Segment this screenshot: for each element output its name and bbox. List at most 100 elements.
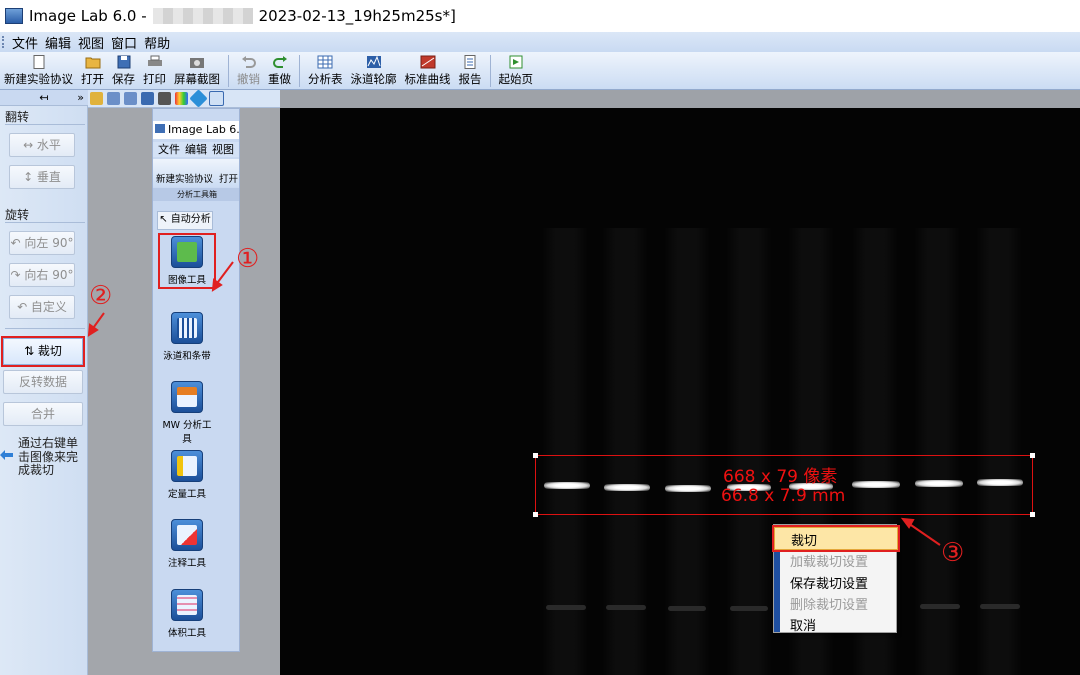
custom-rotate-button[interactable]: ↶ 自定义 [9, 295, 75, 319]
screenshot-label: 屏幕截图 [174, 71, 220, 86]
menu-file[interactable]: 文件 [12, 33, 38, 52]
app-title: Image Lab 6.0 - [29, 7, 147, 25]
color-map-icon[interactable] [175, 92, 188, 105]
open-button[interactable]: 打开 [81, 55, 104, 87]
menu-window[interactable]: 窗口 [111, 33, 137, 52]
invert-data-button[interactable]: 反转数据 [3, 370, 83, 394]
context-cancel[interactable]: 取消 [790, 615, 816, 634]
crop-button[interactable]: ⇅ 裁切 [1, 336, 85, 367]
inset-menu-edit[interactable]: 编辑 [185, 142, 207, 157]
start-page-icon [509, 55, 523, 68]
flip-section-title: 翻转 [5, 110, 30, 124]
main-toolbar: 新建实验协议 打开 保存 打印 屏幕截图 撤销 重做 分析表 泳道轮廓 标准曲线… [0, 52, 1080, 90]
analysis-table-button[interactable]: 分析表 [308, 55, 343, 87]
quantity-tools-label: 定量工具 [167, 489, 206, 500]
crop-handle[interactable] [533, 512, 538, 517]
new-protocol-label: 新建实验协议 [4, 71, 73, 86]
annotation-tools-button[interactable]: 注释工具 [161, 519, 213, 569]
report-label: 报告 [458, 71, 482, 86]
crop-handle[interactable] [533, 453, 538, 458]
auto-analysis-button[interactable]: ↖ 自动分析 [157, 211, 213, 230]
context-crop-label: 裁切 [791, 534, 818, 549]
start-page-label: 起始页 [498, 71, 534, 86]
rotate-section-title: 旋转 [5, 208, 30, 222]
annotation-tools-icon [171, 519, 203, 551]
report-button[interactable]: 报告 [458, 54, 482, 87]
lane-profile-label: 泳道轮廓 [350, 71, 397, 86]
toolbar-separator [228, 54, 229, 87]
start-page-button[interactable]: 起始页 [498, 55, 534, 87]
toolbar-separator [299, 54, 300, 87]
open-label: 打开 [81, 71, 104, 86]
menu-view[interactable]: 视图 [78, 33, 104, 52]
zoom-in-icon[interactable] [107, 92, 120, 105]
redo-icon [272, 55, 287, 68]
volume-tools-button[interactable]: 体积工具 [161, 589, 213, 639]
inset-open-button[interactable]: 打开 [219, 171, 238, 185]
highlight-icon[interactable] [189, 89, 208, 108]
annotation-tools-label: 注释工具 [167, 558, 206, 569]
lane-profile-button[interactable]: 泳道轮廓 [351, 55, 397, 87]
inset-title-text: Image Lab 6.0 [168, 123, 240, 136]
panel-back-icon[interactable]: ↤ [39, 91, 48, 104]
print-button[interactable]: 打印 [143, 55, 166, 87]
inset-menu-view[interactable]: 视图 [212, 142, 234, 157]
fit-icon[interactable] [90, 92, 103, 105]
lane-profile-icon [366, 55, 381, 68]
analysis-toolbox-header: 分析工具箱 [153, 188, 239, 201]
mw-analysis-icon [171, 381, 203, 413]
app-icon [5, 8, 23, 24]
undo-button[interactable]: 撤销 [237, 55, 260, 87]
mw-analysis-button[interactable]: MW 分析工具 [161, 381, 213, 445]
save-button[interactable]: 保存 [112, 55, 135, 87]
menu-edit[interactable]: 编辑 [45, 33, 71, 52]
crop-handle[interactable] [1030, 453, 1035, 458]
context-load-crop-settings[interactable]: 加载裁切设置 [790, 551, 868, 570]
volume-tools-label: 体积工具 [167, 628, 206, 639]
undo-icon [241, 55, 256, 68]
inset-new-protocol-button[interactable]: 新建实验协议 [156, 171, 213, 185]
screenshot-button[interactable]: 屏幕截图 [174, 55, 220, 87]
context-delete-crop-settings[interactable]: 删除裁切设置 [790, 594, 868, 613]
pan-icon[interactable] [158, 92, 171, 105]
context-crop-item[interactable]: 裁切 [772, 525, 900, 552]
redo-button[interactable]: 重做 [268, 55, 291, 87]
inset-title: Image Lab 6.0 [153, 121, 240, 139]
context-menu: 裁切 加载裁切设置 保存裁切设置 删除裁切设置 取消 [772, 524, 900, 634]
divider [5, 328, 85, 329]
zoom-out-icon[interactable] [124, 92, 137, 105]
divider [5, 124, 85, 125]
file-title: 2023-02-13_19h25m25s*] [258, 7, 456, 25]
flip-vertical-button[interactable]: ↕ 垂直 [9, 165, 75, 189]
flip-horizontal-button[interactable]: ↔ 水平 [9, 133, 75, 157]
new-protocol-button[interactable]: 新建实验协议 [4, 54, 73, 87]
lanes-bands-button[interactable]: 泳道和条带 [161, 312, 213, 362]
rotate-left-button[interactable]: ↶ 向左 90° [9, 231, 75, 255]
redo-label: 重做 [268, 71, 291, 86]
divider [5, 222, 85, 223]
context-save-crop-settings[interactable]: 保存裁切设置 [790, 573, 868, 592]
image-info-icon[interactable] [209, 91, 224, 106]
menu-help[interactable]: 帮助 [144, 33, 170, 52]
gel-faint-band [546, 605, 586, 610]
inset-menu-file[interactable]: 文件 [158, 142, 180, 157]
gel-image-view[interactable] [280, 108, 1080, 675]
merge-button[interactable]: 合并 [3, 402, 83, 426]
annotation-marker-1: ① [236, 244, 260, 274]
menu-bar: 文件 编辑 视图 窗口 帮助 [0, 32, 1080, 52]
image-tools-button[interactable]: 图像工具 [158, 233, 216, 289]
full-view-icon[interactable] [141, 92, 154, 105]
open-folder-icon [85, 57, 100, 68]
inset-toolbar: 新建实验协议 打开 [153, 159, 239, 187]
rotate-right-button[interactable]: ↷ 向右 90° [9, 263, 75, 287]
crop-handle[interactable] [1030, 512, 1035, 517]
toolbar-separator [489, 54, 491, 87]
panel-collapse-icon[interactable]: » [77, 90, 84, 105]
standard-curve-button[interactable]: 标准曲线 [405, 55, 451, 87]
image-tools-label: 图像工具 [167, 275, 206, 286]
standard-curve-label: 标准曲线 [404, 71, 451, 86]
lanes-bands-label: 泳道和条带 [163, 351, 211, 362]
gel-faint-band [980, 604, 1020, 609]
mw-analysis-label: MW 分析工具 [162, 420, 212, 445]
quantity-tools-button[interactable]: 定量工具 [161, 450, 213, 500]
